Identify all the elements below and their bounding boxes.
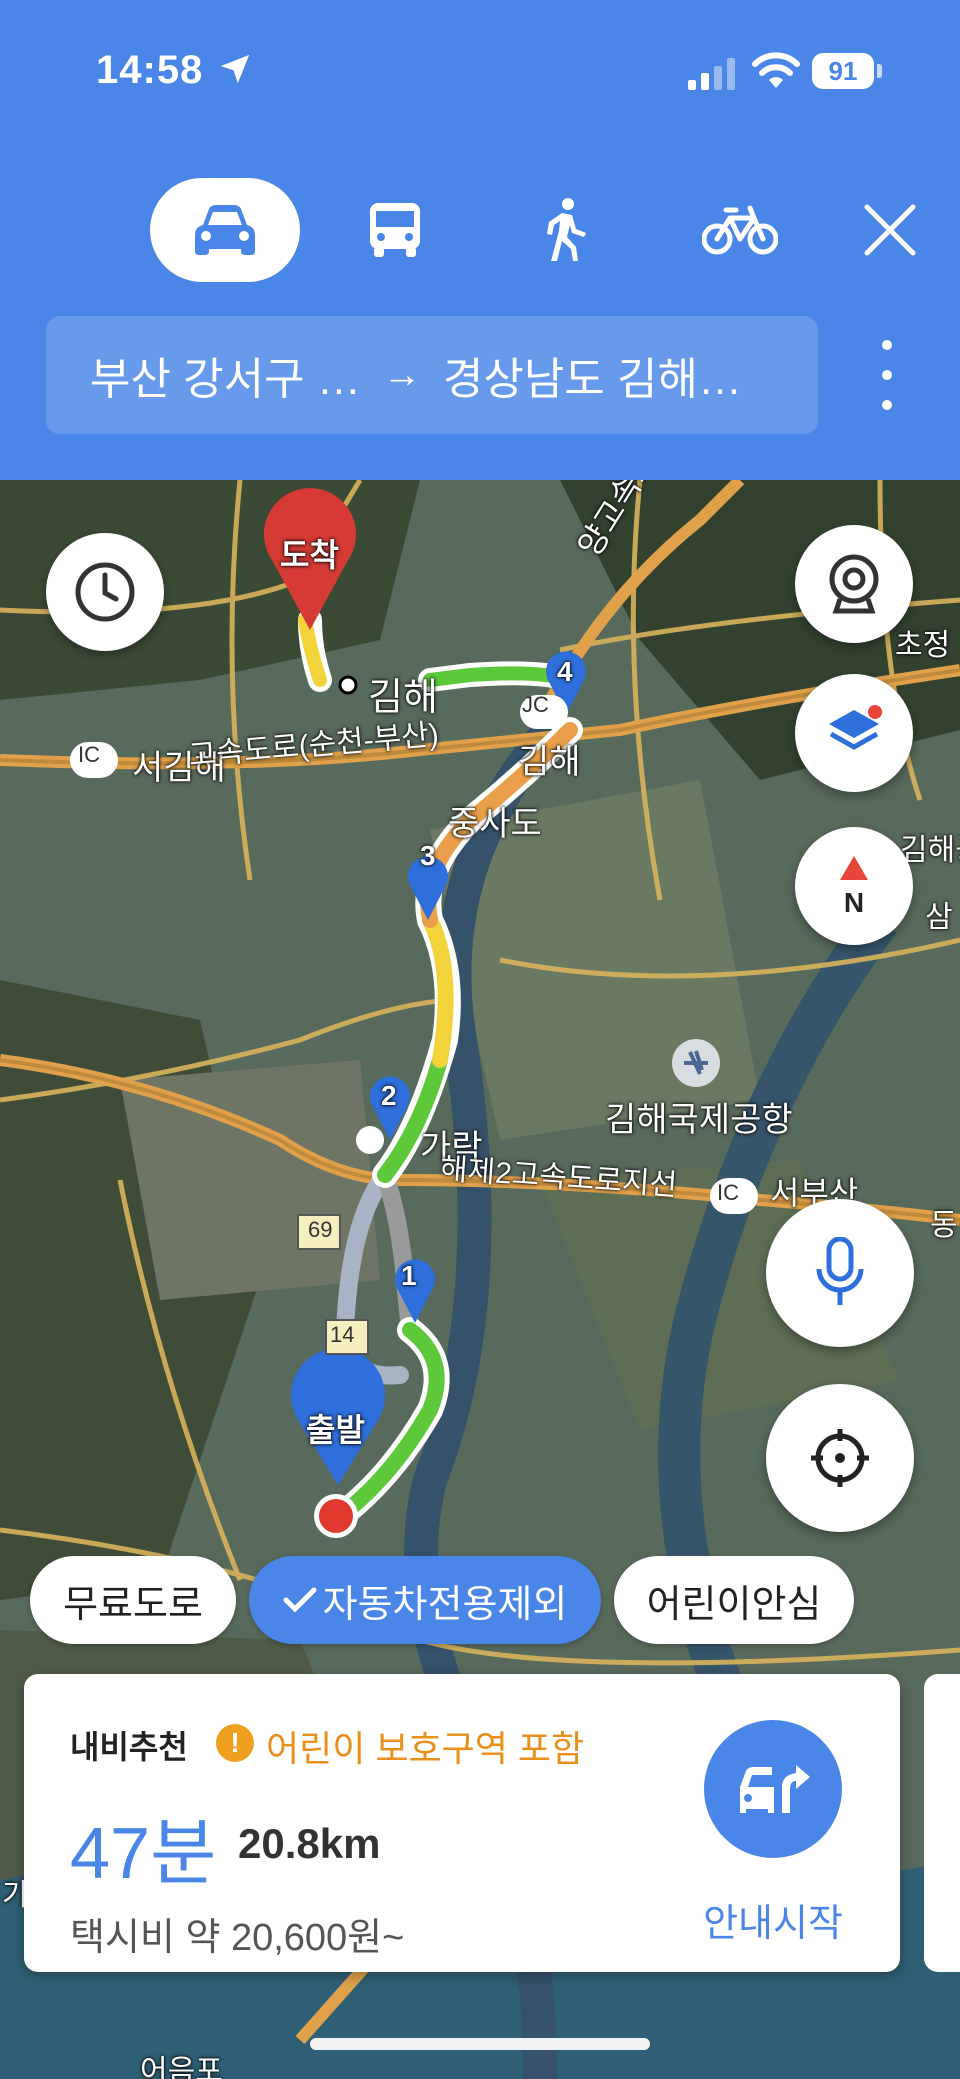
map-label-gimhae-jc: 김해 bbox=[518, 743, 581, 781]
chip-free-road-label: 무료도로 bbox=[63, 1583, 203, 1626]
origin-marker-label: 출발 bbox=[306, 1412, 365, 1448]
mode-bike-tab[interactable] bbox=[685, 178, 795, 282]
chip-exclude-motorway-label: 자동차전용제외 bbox=[322, 1583, 568, 1626]
cellular-signal-icon bbox=[688, 58, 735, 90]
map-label-airport: 김해국제공항 bbox=[605, 1101, 793, 1139]
crosshair-icon bbox=[811, 1429, 869, 1487]
route-destination: 경상남도 김해… bbox=[442, 355, 742, 404]
more-options-button[interactable] bbox=[872, 340, 902, 412]
waypoint-1-label: 1 bbox=[401, 1260, 417, 1291]
start-navigation-label: 안내시작 bbox=[703, 1903, 843, 1945]
layers-icon bbox=[829, 705, 882, 750]
transport-mode-bar bbox=[0, 178, 960, 282]
car-icon bbox=[195, 205, 255, 255]
clock-icon bbox=[75, 562, 135, 622]
map-label-sam: 삼 bbox=[925, 901, 953, 934]
mode-car-tab[interactable] bbox=[150, 178, 300, 282]
map-label-jungsado: 중사도 bbox=[448, 805, 542, 843]
my-location-button[interactable] bbox=[766, 1384, 914, 1532]
route-option-card[interactable]: 내비추천 ! 어린이 보호구역 포함 47분 20.8km 택시비 약 20,6… bbox=[24, 1674, 900, 1972]
kebab-dot bbox=[882, 400, 892, 410]
compass-north-icon: N bbox=[840, 856, 868, 918]
taxi-fare: 택시비 약 20,600원~ bbox=[70, 1917, 405, 1959]
bus-icon bbox=[370, 203, 420, 257]
battery-tip bbox=[877, 64, 882, 78]
map-label-chojeong: 초정 bbox=[895, 629, 951, 662]
warning-icon: ! bbox=[216, 1724, 254, 1762]
status-bar: 14:58 91 bbox=[0, 0, 960, 140]
recommendation-label: 내비추천 bbox=[70, 1729, 188, 1765]
start-navigation-button[interactable] bbox=[704, 1720, 842, 1858]
bike-icon bbox=[702, 205, 778, 255]
navigation-car-icon bbox=[740, 1765, 810, 1813]
close-icon bbox=[864, 204, 916, 256]
route-distance: 20.8km bbox=[238, 1820, 381, 1867]
map-label-jc: JC bbox=[522, 692, 549, 717]
walk-icon bbox=[547, 198, 586, 261]
waypoint-4-label: 4 bbox=[557, 656, 573, 687]
chip-exclude-motorway[interactable]: 자동차전용제외 bbox=[249, 1556, 601, 1644]
home-indicator bbox=[310, 2038, 650, 2050]
microphone-icon bbox=[816, 1237, 864, 1305]
battery-indicator: 91 bbox=[812, 53, 874, 89]
cctv-button[interactable] bbox=[795, 525, 913, 643]
time-button[interactable] bbox=[46, 533, 164, 651]
map-label-ic-2: IC bbox=[717, 1180, 739, 1205]
destination-marker-label: 도착 bbox=[280, 537, 339, 573]
map-label-gimhaegong: 김해공 bbox=[900, 834, 960, 867]
location-arrow-icon bbox=[220, 54, 250, 84]
svg-text:N: N bbox=[844, 887, 864, 918]
route-summary-field[interactable]: 부산 강서구 … → 경상남도 김해… bbox=[46, 316, 818, 434]
voice-search-button[interactable] bbox=[766, 1199, 914, 1347]
layers-button[interactable] bbox=[795, 674, 913, 792]
chip-child-safety[interactable]: 어린이안심 bbox=[614, 1556, 854, 1644]
cctv-icon bbox=[829, 554, 879, 614]
map-label-ic: IC bbox=[78, 742, 100, 767]
close-button[interactable] bbox=[850, 178, 930, 282]
map-label-dong: 동 bbox=[930, 1209, 958, 1242]
route-duration: 47분 bbox=[70, 1814, 217, 1894]
compass-button[interactable]: N bbox=[795, 827, 913, 945]
mode-bus-tab[interactable] bbox=[340, 178, 450, 282]
waypoint-3-label: 3 bbox=[420, 840, 436, 871]
school-zone-warning: 어린이 보호구역 포함 bbox=[266, 1728, 585, 1769]
next-route-card-peek[interactable] bbox=[924, 1674, 960, 1972]
mode-walk-tab[interactable] bbox=[515, 178, 615, 282]
chip-free-road[interactable]: 무료도로 bbox=[30, 1556, 236, 1644]
check-icon bbox=[283, 1587, 317, 1613]
route-origin: 부산 강서구 … bbox=[90, 355, 361, 404]
route-arrow: → bbox=[382, 353, 421, 396]
kebab-dot bbox=[882, 340, 892, 350]
map-label-eoeumpo: 어음포 bbox=[140, 2055, 223, 2079]
status-time: 14:58 bbox=[96, 48, 204, 92]
kebab-dot bbox=[882, 370, 892, 380]
wifi-icon bbox=[752, 52, 800, 88]
waypoint-2-label: 2 bbox=[381, 1080, 397, 1111]
chip-child-safety-label: 어린이안심 bbox=[646, 1583, 822, 1626]
top-header: 14:58 91 부산 강서구 … → 경상남도 김해… bbox=[0, 0, 960, 480]
route-shield-14: 14 bbox=[330, 1322, 355, 1347]
route-shield-69: 69 bbox=[308, 1217, 333, 1242]
